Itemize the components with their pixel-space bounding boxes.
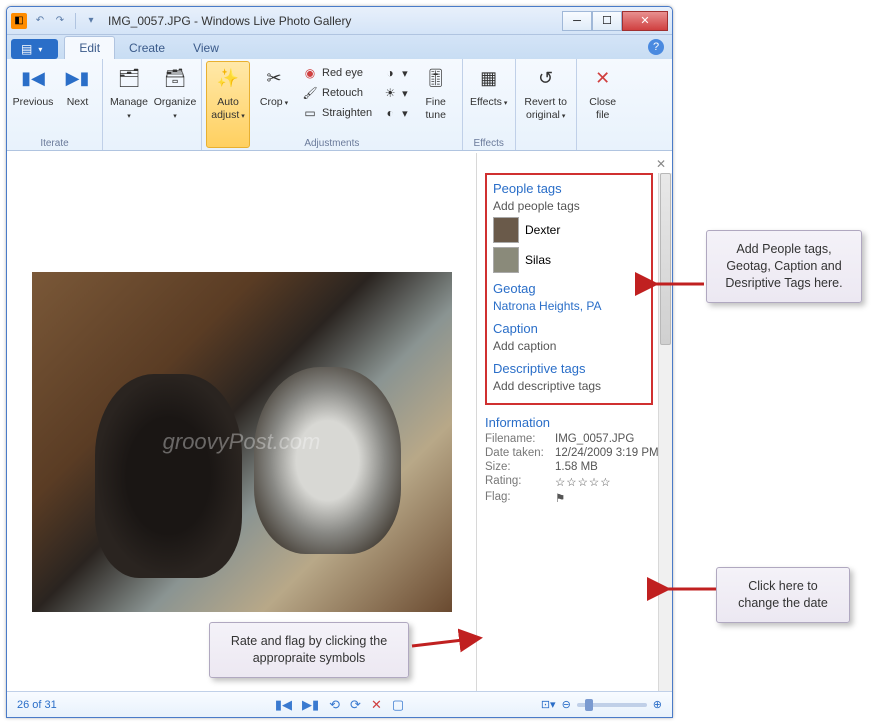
- zoom-out-icon[interactable]: ⊖: [562, 698, 571, 711]
- file-menu-button[interactable]: ▤: [11, 39, 58, 59]
- window-controls: ─ ☐ ✕: [562, 11, 668, 31]
- descriptive-tags-heading: Descriptive tags: [493, 361, 645, 376]
- tab-edit[interactable]: Edit: [64, 36, 115, 59]
- person-thumb: [493, 217, 519, 243]
- fit-icon[interactable]: ⊡▾: [541, 698, 556, 711]
- ribbon-tab-strip: ▤ Edit Create View ?: [7, 35, 672, 59]
- ribbon-group-revert: ↺Revert to original: [516, 59, 577, 150]
- revert-button[interactable]: ↺Revert to original: [520, 61, 572, 148]
- size-value: 1.58 MB: [555, 461, 598, 473]
- callout-date: Click here to change the date: [716, 567, 850, 623]
- quick-access-toolbar: ↶ ↷ ▾: [31, 12, 100, 30]
- zoom-thumb[interactable]: [585, 699, 593, 711]
- red-eye-button[interactable]: ◉Red eye: [298, 63, 376, 83]
- qat-dropdown-icon[interactable]: ▾: [82, 12, 100, 30]
- previous-button[interactable]: ▮◀Previous: [11, 61, 55, 148]
- filename-label: Filename:: [485, 433, 555, 445]
- group-label: Adjustments: [202, 138, 462, 149]
- ribbon-group-manage: 🗂Manage 🗃Organize: [103, 59, 202, 150]
- next-button[interactable]: ▶▮Next: [57, 61, 98, 148]
- straighten-button[interactable]: ▭Straighten: [298, 103, 376, 123]
- auto-adjust-button[interactable]: ✨Auto adjust: [206, 61, 250, 148]
- person-tag[interactable]: Dexter: [493, 217, 645, 243]
- size-label: Size:: [485, 461, 555, 473]
- group-label: Effects: [463, 138, 515, 149]
- person-tag[interactable]: Silas: [493, 247, 645, 273]
- zoom-in-icon[interactable]: ⊕: [653, 698, 662, 711]
- app-window: ◧ ↶ ↷ ▾ IMG_0057.JPG - Windows Live Phot…: [6, 6, 673, 718]
- ribbon-group-close: ✕Close file: [577, 59, 629, 150]
- effects-button[interactable]: ▦Effects: [467, 61, 511, 148]
- people-tags-heading: People tags: [493, 181, 645, 196]
- person-name: Dexter: [525, 223, 560, 237]
- title-bar: ◧ ↶ ↷ ▾ IMG_0057.JPG - Windows Live Phot…: [7, 7, 672, 35]
- retouch-button[interactable]: 🖌Retouch: [298, 83, 376, 103]
- ribbon-group-adjustments: ✨Auto adjust ✂Crop ◉Red eye 🖌Retouch ▭St…: [202, 59, 463, 150]
- ribbon-group-iterate: ▮◀Previous ▶▮Next Iterate: [7, 59, 103, 150]
- filename-value: IMG_0057.JPG: [555, 433, 634, 445]
- caption-heading: Caption: [493, 321, 645, 336]
- add-caption-link[interactable]: Add caption: [493, 339, 645, 353]
- qat-redo-icon[interactable]: ↷: [51, 12, 69, 30]
- fine-tune-button[interactable]: 🎚Fine tune: [414, 61, 458, 148]
- slideshow-icon[interactable]: ▢: [392, 697, 404, 713]
- last-icon[interactable]: ▶▮: [302, 697, 319, 713]
- rotate-left-icon[interactable]: ⟲: [329, 697, 340, 713]
- tab-create[interactable]: Create: [115, 37, 179, 59]
- zoom-controls: ⊡▾ ⊖ ⊕: [541, 698, 662, 711]
- separator: [75, 13, 76, 29]
- close-file-button[interactable]: ✕Close file: [581, 61, 625, 148]
- help-icon[interactable]: ?: [648, 39, 664, 55]
- first-icon[interactable]: ▮◀: [275, 697, 292, 713]
- status-bar: 26 of 31 ▮◀ ▶▮ ⟲ ⟳ ✕ ▢ ⊡▾ ⊖ ⊕: [7, 691, 672, 717]
- panel-close-icon[interactable]: ✕: [656, 157, 666, 171]
- manage-button[interactable]: 🗂Manage: [107, 61, 151, 148]
- rating-stars[interactable]: ☆☆☆☆☆: [555, 475, 612, 489]
- app-icon: ◧: [11, 13, 27, 29]
- crop-button[interactable]: ✂Crop: [252, 61, 296, 148]
- close-button[interactable]: ✕: [622, 11, 668, 31]
- geotag-value[interactable]: Natrona Heights, PA: [493, 299, 645, 313]
- person-thumb: [493, 247, 519, 273]
- image-counter: 26 of 31: [17, 699, 57, 711]
- delete-icon[interactable]: ✕: [371, 697, 382, 713]
- exposure-button[interactable]: ☀▾: [378, 83, 412, 103]
- playback-controls: ▮◀ ▶▮ ⟲ ⟳ ✕ ▢: [275, 697, 404, 713]
- person-name: Silas: [525, 253, 551, 267]
- tags-highlight-box: People tags Add people tags Dexter Silas…: [485, 173, 653, 405]
- rating-label: Rating:: [485, 475, 555, 489]
- ribbon-group-effects: ▦Effects Effects: [463, 59, 516, 150]
- rotate-right-icon[interactable]: ⟳: [350, 697, 361, 713]
- flag-icon[interactable]: ⚑: [555, 491, 565, 505]
- tag-panel: ✕ People tags Add people tags Dexter Sil…: [476, 153, 672, 691]
- date-taken-label: Date taken:: [485, 447, 555, 459]
- noise-button[interactable]: ◐▾: [378, 103, 412, 123]
- callout-tags: Add People tags, Geotag, Caption and Des…: [706, 230, 862, 303]
- scrollbar[interactable]: [658, 173, 672, 691]
- watermark: groovyPost.com: [163, 429, 321, 455]
- minimize-button[interactable]: ─: [562, 11, 592, 31]
- add-descriptive-tags-link[interactable]: Add descriptive tags: [493, 379, 645, 393]
- qat-undo-icon[interactable]: ↶: [31, 12, 49, 30]
- group-label: Iterate: [7, 138, 102, 149]
- zoom-slider[interactable]: [577, 703, 647, 707]
- color-button[interactable]: ◑▾: [378, 63, 412, 83]
- flag-label: Flag:: [485, 491, 555, 505]
- photo-image[interactable]: groovyPost.com: [32, 272, 452, 612]
- ribbon: ▮◀Previous ▶▮Next Iterate 🗂Manage 🗃Organ…: [7, 59, 672, 151]
- callout-rating: Rate and flag by clicking the approprait…: [209, 622, 409, 678]
- information-section: Information Filename:IMG_0057.JPG Date t…: [485, 415, 661, 505]
- organize-button[interactable]: 🗃Organize: [153, 61, 197, 148]
- date-taken-value[interactable]: 12/24/2009 3:19 PM: [555, 447, 659, 459]
- maximize-button[interactable]: ☐: [592, 11, 622, 31]
- window-title: IMG_0057.JPG - Windows Live Photo Galler…: [108, 14, 562, 28]
- geotag-heading: Geotag: [493, 281, 645, 296]
- photo-viewer: groovyPost.com: [7, 153, 476, 691]
- tab-view[interactable]: View: [179, 37, 233, 59]
- add-people-tags-link[interactable]: Add people tags: [493, 199, 645, 213]
- content-area: groovyPost.com ✕ People tags Add people …: [7, 153, 672, 691]
- information-heading: Information: [485, 415, 661, 430]
